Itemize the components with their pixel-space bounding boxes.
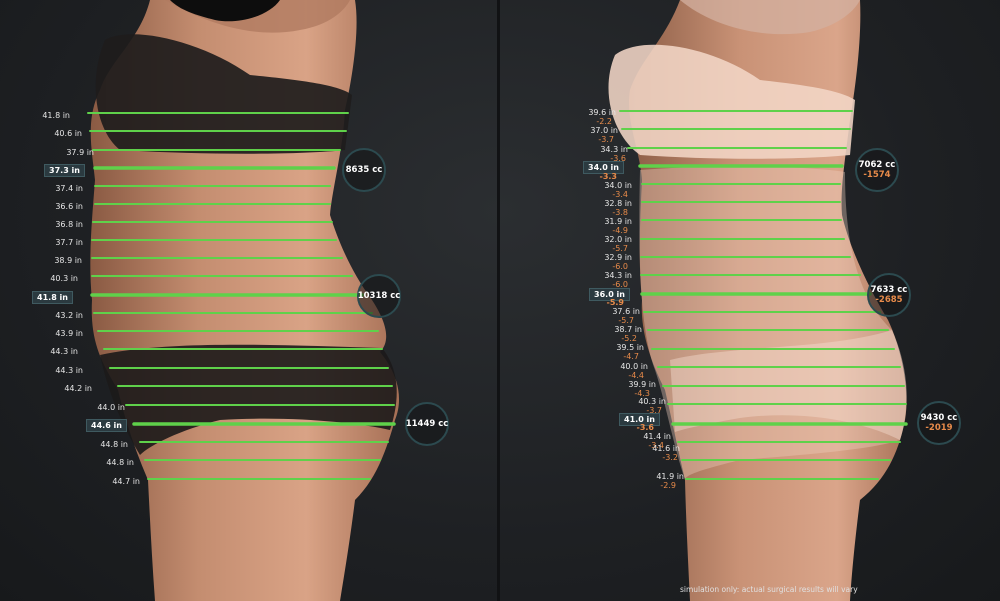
after-measure-9: 34.3 in bbox=[604, 271, 632, 280]
after-measure-6: 31.9 in bbox=[604, 217, 632, 226]
after-delta-0: -2.2 bbox=[596, 117, 612, 126]
after-measure-16: 40.3 in bbox=[638, 397, 666, 406]
after-delta-17: -3.6 bbox=[636, 423, 655, 432]
before-measure-2: 37.9 in bbox=[66, 148, 94, 157]
after-delta-7: -5.7 bbox=[612, 244, 628, 253]
before-measure-0: 41.8 in bbox=[42, 111, 70, 120]
after-body-scan bbox=[608, 0, 908, 601]
before-measure-4: 37.4 in bbox=[55, 184, 83, 193]
after-delta-6: -4.9 bbox=[612, 226, 628, 235]
after-measure-13: 39.5 in bbox=[616, 343, 644, 352]
after-measure-5: 32.8 in bbox=[604, 199, 632, 208]
before-measure-12: 43.9 in bbox=[55, 329, 83, 338]
after-measure-1: 37.0 in bbox=[590, 126, 618, 135]
after-delta-20: -2.9 bbox=[660, 481, 676, 490]
after-volume-delta: -2685 bbox=[875, 295, 903, 305]
before-measure-17: 44.6 in bbox=[86, 419, 127, 432]
comparison-stage: 41.8 in 40.6 in 37.9 in 37.3 in 37.4 in … bbox=[0, 0, 1000, 601]
before-volume-value: 10318 cc bbox=[357, 291, 401, 301]
before-volume-middle: 10318 cc bbox=[357, 274, 401, 318]
after-panel: 39.6 in -2.2 37.0 in -3.7 34.3 in -3.6 3… bbox=[500, 0, 1000, 601]
before-volume-value: 11449 cc bbox=[405, 419, 449, 429]
after-delta-4: -3.4 bbox=[612, 190, 628, 199]
after-delta-13: -4.7 bbox=[623, 352, 639, 361]
after-measure-15: 39.9 in bbox=[628, 380, 656, 389]
before-measure-16: 44.0 in bbox=[97, 403, 125, 412]
after-measure-8: 32.9 in bbox=[604, 253, 632, 262]
before-measure-14: 44.3 in bbox=[55, 366, 83, 375]
after-volume-delta: -2019 bbox=[925, 423, 953, 433]
before-measure-10: 41.8 in bbox=[32, 291, 73, 304]
after-measure-19: 41.6 in bbox=[652, 444, 680, 453]
before-measure-18: 44.8 in bbox=[100, 440, 128, 449]
after-delta-14: -4.4 bbox=[628, 371, 644, 380]
before-measure-8: 38.9 in bbox=[54, 256, 82, 265]
before-measure-6: 36.8 in bbox=[55, 220, 83, 229]
before-measure-3: 37.3 in bbox=[44, 164, 85, 177]
before-volume-value: 8635 cc bbox=[345, 165, 383, 175]
before-measure-1: 40.6 in bbox=[54, 129, 82, 138]
after-delta-12: -5.2 bbox=[621, 334, 637, 343]
after-measure-14: 40.0 in bbox=[620, 362, 648, 371]
after-measure-11: 37.6 in bbox=[612, 307, 640, 316]
after-delta-11: -5.7 bbox=[618, 316, 634, 325]
after-delta-19: -3.2 bbox=[662, 453, 678, 462]
before-panel: 41.8 in 40.6 in 37.9 in 37.3 in 37.4 in … bbox=[0, 0, 497, 601]
after-volume-middle: 7633 cc -2685 bbox=[867, 273, 911, 317]
after-measure-7: 32.0 in bbox=[604, 235, 632, 244]
after-volume-upper: 7062 cc -1574 bbox=[855, 148, 899, 192]
after-volume-value: 9430 cc bbox=[920, 413, 958, 423]
after-bodysuit bbox=[639, 166, 907, 480]
before-measure-13: 44.3 in bbox=[50, 347, 78, 356]
before-measure-11: 43.2 in bbox=[55, 311, 83, 320]
before-volume-lower: 11449 cc bbox=[405, 402, 449, 446]
after-volume-value: 7062 cc bbox=[858, 160, 896, 170]
after-measure-0: 39.6 in bbox=[588, 108, 616, 117]
before-measure-5: 36.6 in bbox=[55, 202, 83, 211]
after-measure-2: 34.3 in bbox=[600, 145, 628, 154]
before-measure-20: 44.7 in bbox=[112, 477, 140, 486]
before-volume-upper: 8635 cc bbox=[342, 148, 386, 192]
before-measure-9: 40.3 in bbox=[50, 274, 78, 283]
before-measure-7: 37.7 in bbox=[55, 238, 83, 247]
before-measure-15: 44.2 in bbox=[64, 384, 92, 393]
after-delta-1: -3.7 bbox=[598, 135, 614, 144]
after-delta-3: -3.3 bbox=[599, 172, 618, 181]
before-measure-19: 44.8 in bbox=[106, 458, 134, 467]
after-measure-20: 41.9 in bbox=[656, 472, 684, 481]
disclaimer-text: simulation only: actual surgical results… bbox=[680, 585, 858, 594]
after-volume-delta: -1574 bbox=[863, 170, 891, 180]
after-volume-value: 7633 cc bbox=[870, 285, 908, 295]
after-delta-8: -6.0 bbox=[612, 262, 628, 271]
before-body-scan bbox=[87, 0, 400, 601]
after-measure-4: 34.0 in bbox=[604, 181, 632, 190]
after-volume-lower: 9430 cc -2019 bbox=[917, 401, 961, 445]
after-measure-12: 38.7 in bbox=[614, 325, 642, 334]
after-delta-10: -5.9 bbox=[606, 298, 625, 307]
after-delta-5: -3.8 bbox=[612, 208, 628, 217]
after-measure-18: 41.4 in bbox=[643, 432, 671, 441]
